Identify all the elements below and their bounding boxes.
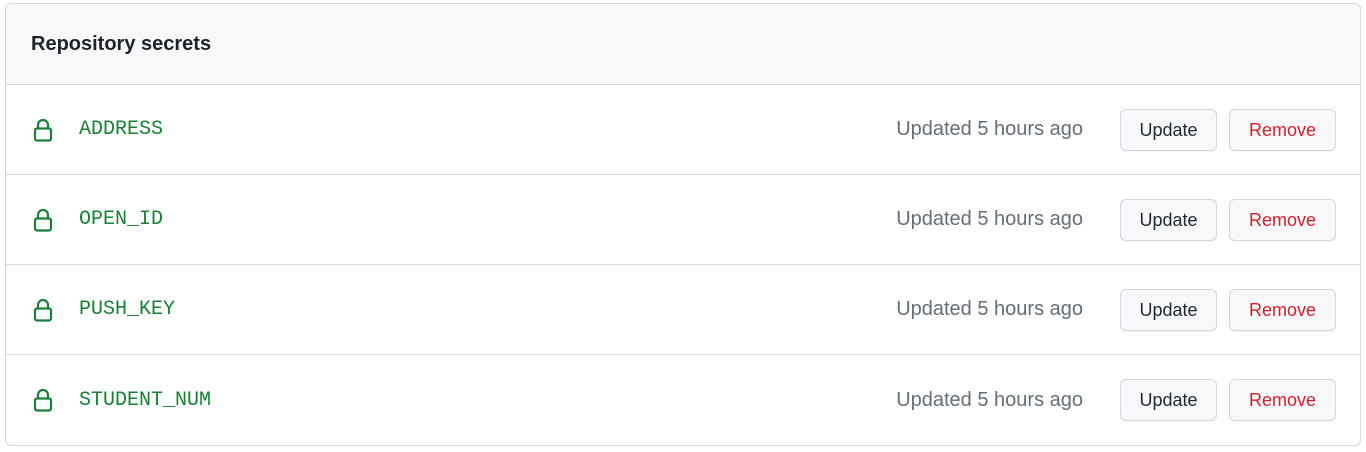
secret-name: STUDENT_NUM [79, 388, 212, 412]
remove-button[interactable]: Remove [1229, 289, 1336, 331]
updated-timestamp: Updated 5 hours ago [896, 118, 1083, 140]
update-button[interactable]: Update [1120, 109, 1217, 151]
update-button[interactable]: Update [1120, 199, 1217, 241]
secret-row: OPEN_ID Updated 5 hours ago Update Remov… [6, 175, 1360, 265]
updated-timestamp: Updated 5 hours ago [896, 298, 1083, 320]
lock-icon [33, 298, 53, 322]
secret-row: PUSH_KEY Updated 5 hours ago Update Remo… [6, 265, 1360, 355]
secret-row: STUDENT_NUM Updated 5 hours ago Update R… [6, 355, 1360, 445]
lock-icon [33, 208, 53, 232]
secret-name: OPEN_ID [79, 208, 164, 231]
update-button[interactable]: Update [1120, 289, 1217, 331]
remove-button[interactable]: Remove [1229, 379, 1336, 421]
lock-icon [33, 388, 53, 412]
box-header: Repository secrets [6, 4, 1360, 85]
remove-button[interactable]: Remove [1229, 109, 1336, 151]
updated-timestamp: Updated 5 hours ago [896, 388, 1083, 411]
secret-name: PUSH_KEY [79, 298, 176, 321]
repository-secrets-box: Repository secrets ADDRESS Updated 5 hou… [5, 3, 1361, 446]
secret-name: ADDRESS [79, 118, 164, 141]
section-title: Repository secrets [31, 32, 212, 55]
remove-button[interactable]: Remove [1229, 199, 1336, 241]
updated-timestamp: Updated 5 hours ago [896, 208, 1083, 230]
lock-icon [33, 118, 53, 142]
secret-row: ADDRESS Updated 5 hours ago Update Remov… [6, 85, 1360, 175]
update-button[interactable]: Update [1120, 379, 1217, 421]
